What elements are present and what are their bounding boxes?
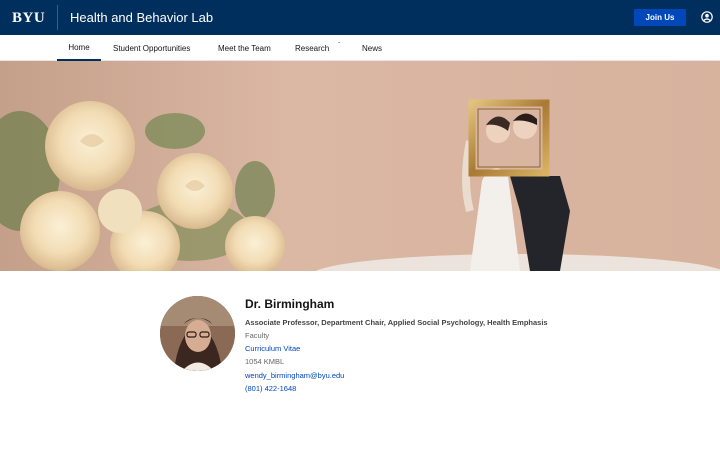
profile-title: Associate Professor, Department Chair, A… [245, 318, 548, 327]
top-header: BYU Health and Behavior Lab Join Us [0, 0, 720, 35]
site-title[interactable]: Health and Behavior Lab [70, 9, 213, 26]
curriculum-vitae-link[interactable]: Curriculum Vitae [245, 344, 300, 353]
nav-research-label: Research [295, 43, 330, 53]
nav-news-label: News [362, 43, 383, 53]
header-divider [57, 5, 58, 30]
nav-meet-the-team[interactable]: Meet the Team [218, 35, 271, 61]
join-us-button[interactable]: Join Us [634, 9, 686, 26]
nav-meet-the-team-label: Meet the Team [218, 43, 271, 53]
user-circle-icon[interactable] [701, 11, 713, 23]
chevron-down-icon: ˇ [338, 43, 341, 49]
nav-student-opportunities[interactable]: Student Opportunities [113, 35, 190, 61]
nav-news[interactable]: News [362, 35, 382, 61]
profile-role: Faculty [245, 331, 270, 340]
profile-photo [160, 296, 235, 371]
byu-logo[interactable]: BYU [12, 9, 45, 27]
nav-research[interactable]: Research ˇ [295, 35, 340, 61]
profile-name: Dr. Birmingham [245, 297, 335, 311]
phone-link[interactable]: (801) 422-1648 [245, 384, 296, 393]
main-nav: Home Student Opportunities Meet the Team… [0, 35, 720, 61]
email-link[interactable]: wendy_birmingham@byu.edu [245, 371, 344, 380]
profile-phone: (801) 422-1648 [245, 384, 296, 394]
profile-avatar [160, 296, 235, 371]
nav-home[interactable]: Home [57, 35, 101, 61]
nav-student-opportunities-label: Student Opportunities [113, 43, 191, 53]
nav-home-label: Home [68, 42, 90, 52]
profile-cv: Curriculum Vitae [245, 344, 300, 354]
profile-office: 1054 KMBL [245, 357, 285, 366]
profile-email: wendy_birmingham@byu.edu [245, 371, 344, 381]
hero-illustration [0, 61, 720, 271]
hero-image [0, 61, 720, 271]
